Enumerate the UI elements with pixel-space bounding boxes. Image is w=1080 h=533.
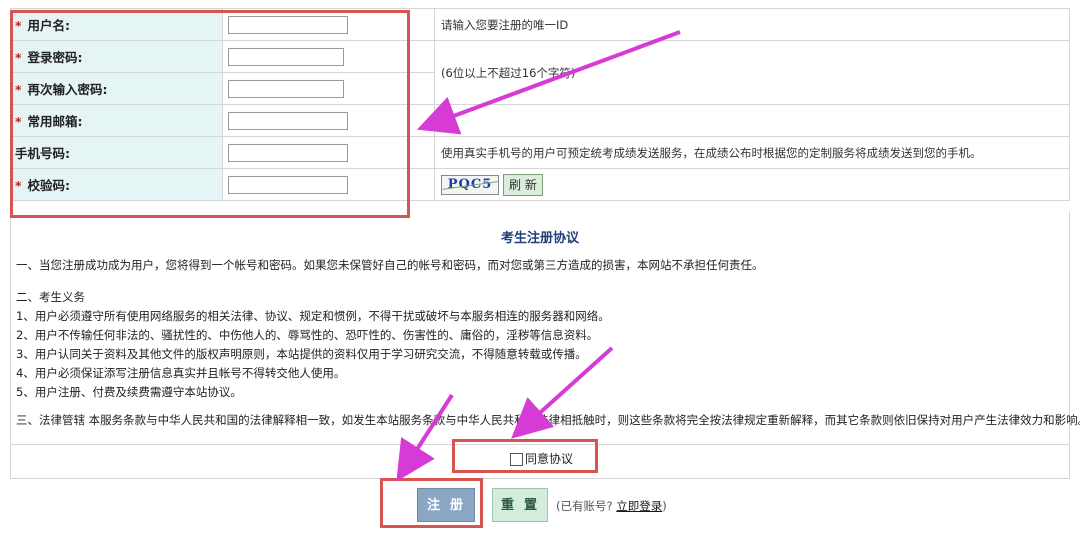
arrow-icon xyxy=(511,346,614,439)
arrow-icon xyxy=(416,30,681,135)
arrow-icon xyxy=(396,393,454,482)
annotation-arrows xyxy=(396,30,681,482)
